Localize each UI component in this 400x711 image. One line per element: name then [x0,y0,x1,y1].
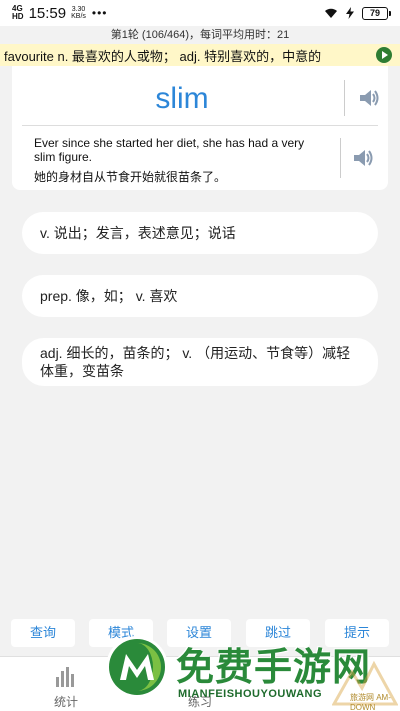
divider [340,138,341,178]
example-english: Ever since she started her diet, she has… [34,136,305,164]
watermark: 免费手游网 MIANFEISHOUYOUWANG 旅游网 AM-DOWN [102,630,400,711]
lookup-button[interactable]: 查询 [11,619,75,647]
speaker-icon [360,90,379,106]
more-notifications-icon: ••• [91,6,108,20]
network-speed: 3.30 KB/s [71,6,86,20]
option-text: prep. 像，如； v. 喜欢 [40,288,178,304]
answer-option-1[interactable]: v. 说出；发言，表述意见；说话 [22,212,378,254]
watermark-corner-text: 旅游网 AM-DOWN [350,693,391,711]
sentence-speaker-button[interactable] [350,146,376,170]
previous-word-banner: favourite n. 最喜欢的人或物； adj. 特别喜欢的，中意的 [0,44,400,66]
option-text: adj. 细长的，苗条的； v. （用运动、节食等）减轻体重，变苗条 [40,345,351,379]
speed-value: 3.30 [71,6,86,13]
clock: 15:59 [28,4,67,22]
status-bar: 4G HD 15:59 3.30 KB/s ••• 79 [0,0,400,26]
word-title: slim [155,82,209,115]
charging-icon [346,7,354,19]
network-indicator: 4G HD [12,5,24,21]
answer-option-2[interactable]: prep. 像，如； v. 喜欢 [22,275,378,317]
wifi-icon [325,8,337,18]
speed-unit: KB/s [71,13,86,20]
bar-chart-icon [56,667,74,687]
example-sentence: Ever since she started her diet, she has… [22,130,378,186]
word-card: slim Ever since she started her diet, sh… [12,66,388,190]
divider [344,80,345,116]
word-speaker-button[interactable] [356,86,382,110]
network-sub: HD [12,12,24,21]
progress-text: 第1轮 (106/464)，每词平均用时：21 [0,26,400,44]
word-row: slim [22,66,379,126]
watermark-logo-icon [106,636,168,698]
answer-option-3[interactable]: adj. 细长的，苗条的； v. （用运动、节食等）减轻体重，变苗条 [22,338,378,386]
banner-text: favourite n. 最喜欢的人或物； adj. 特别喜欢的，中意的 [4,48,322,64]
battery-icon: 79 [362,6,391,20]
example-chinese: 她的身材自从节食开始就很苗条了。 [34,170,227,184]
banner-play-icon[interactable] [376,47,392,63]
option-text: v. 说出；发言，表述意见；说话 [40,225,236,241]
status-icons: 79 [324,6,391,20]
speaker-icon [354,150,373,166]
